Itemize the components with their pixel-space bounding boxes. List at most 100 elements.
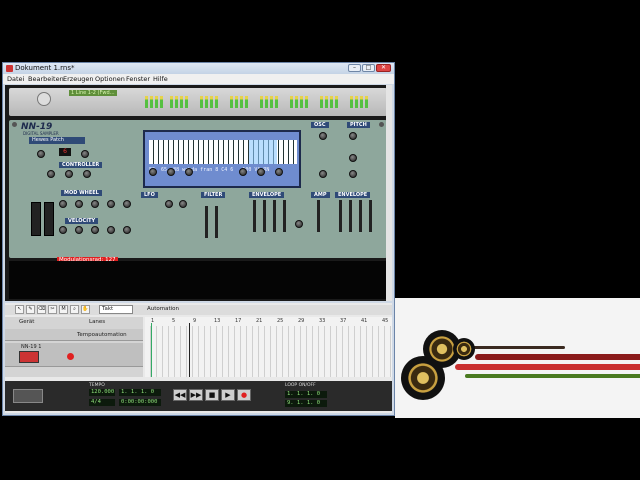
glide-knob[interactable] [81, 150, 89, 158]
transport-panel: TEMPO 120.000 4/4 1. 1. 1. 0 0:00:00:000… [5, 381, 392, 411]
velocity-knob[interactable] [91, 226, 99, 234]
ruler-tick: 37 [340, 318, 347, 324]
loop-left-marker[interactable] [151, 323, 152, 377]
tempo-display[interactable]: 120.000 [89, 389, 115, 396]
velocity-knob[interactable] [123, 226, 131, 234]
play-button[interactable]: ▶ [221, 389, 235, 401]
menu-hilfe[interactable]: Hilfe [153, 75, 168, 83]
menu-erzeugen[interactable]: Erzeugen [63, 75, 94, 83]
sample-display[interactable]: F3 65 88 wahda fran 8 C4 6 100 VA-RN [143, 130, 301, 188]
track-row[interactable]: NN-19 1 [5, 343, 143, 367]
pitch-knob[interactable] [349, 132, 357, 140]
mod-wheel-section-label: MOD WHEEL [61, 190, 102, 196]
playhead[interactable] [189, 323, 190, 377]
menu-optionen[interactable]: Optionen [95, 75, 125, 83]
stop-button[interactable]: ■ [205, 389, 219, 401]
display-knob[interactable] [167, 168, 175, 176]
loop-left-display[interactable]: 1. 1. 1. 0 [285, 391, 327, 398]
record-enable-icon[interactable] [67, 353, 74, 360]
level-meter [350, 96, 353, 108]
env-amount-knob[interactable] [295, 220, 303, 228]
amp-attack-fader[interactable] [339, 200, 342, 232]
wallpaper-stripe [455, 364, 640, 370]
controller-knob[interactable] [65, 170, 73, 178]
display-knob[interactable] [149, 168, 157, 176]
nn19-subtitle: DIGITAL SAMPLER [23, 131, 59, 136]
ruler-tick: 25 [277, 318, 284, 324]
sample-start-knob[interactable] [319, 132, 327, 140]
mod-wheel[interactable] [44, 202, 54, 236]
menu-datei[interactable]: Datei [7, 75, 24, 83]
snap-select[interactable]: Takt [99, 305, 133, 314]
pencil-tool-icon[interactable]: ✎ [26, 305, 35, 314]
display-knob[interactable] [275, 168, 283, 176]
signature-display[interactable]: 4/4 [89, 399, 115, 406]
ruler-tick: 41 [361, 318, 368, 324]
mod-wheel-knob[interactable] [107, 200, 115, 208]
level-meter [235, 96, 238, 108]
arrangement-timeline[interactable]: 1 5 9 13 17 21 25 29 33 37 41 45 [145, 317, 392, 377]
reason-window: Dokument 1.rns* – □ ✕ Datei Bearbeiten E… [2, 62, 395, 416]
velocity-knob[interactable] [75, 226, 83, 234]
voice-knob[interactable] [37, 150, 45, 158]
velocity-knob[interactable] [107, 226, 115, 234]
controller-knob[interactable] [47, 170, 55, 178]
loop-right-display[interactable]: 9. 1. 1. 0 [285, 400, 327, 407]
record-button[interactable]: ● [237, 389, 251, 401]
time-display[interactable]: 0:00:00:000 [119, 399, 161, 406]
mod-wheel-knob[interactable] [123, 200, 131, 208]
lanes-column-header: Lanes [89, 319, 106, 325]
mod-wheel-knob[interactable] [75, 200, 83, 208]
amp-sustain-fader[interactable] [359, 200, 362, 232]
amp-decay-fader[interactable] [349, 200, 352, 232]
controller-knob[interactable] [83, 170, 91, 178]
arrangement-grid[interactable] [145, 326, 392, 377]
level-meter [270, 96, 273, 108]
filter-freq-fader[interactable] [205, 206, 208, 238]
level-meter [330, 96, 333, 108]
track-row[interactable]: Tempoautomation [5, 329, 143, 341]
kbd-knob[interactable] [349, 170, 357, 178]
eraser-tool-icon[interactable]: ⌫ [37, 305, 46, 314]
key-zone-highlight[interactable] [249, 140, 277, 164]
amp-level-fader[interactable] [317, 200, 320, 232]
desktop-wallpaper [395, 298, 640, 418]
arrow-tool-icon[interactable]: ↖ [15, 305, 24, 314]
fast-forward-button[interactable]: ▶▶ [189, 389, 203, 401]
display-knob[interactable] [257, 168, 265, 176]
mod-wheel-knob[interactable] [91, 200, 99, 208]
title-bar[interactable]: Dokument 1.rns* – □ ✕ [3, 63, 394, 74]
position-display[interactable]: 1. 1. 1. 0 [119, 389, 161, 396]
loop-label: LOOP ON/OFF [285, 383, 316, 388]
mute-tool-icon[interactable]: M [59, 305, 68, 314]
magnify-tool-icon[interactable]: ⌕ [70, 305, 79, 314]
rewind-button[interactable]: ◀◀ [173, 389, 187, 401]
ruler-tick: 17 [235, 318, 242, 324]
minimize-button[interactable]: – [348, 64, 361, 72]
patch-name-display[interactable]: Hewes Patch [29, 137, 85, 144]
display-knob[interactable] [185, 168, 193, 176]
lfo-rate-knob[interactable] [165, 200, 173, 208]
voices-display: 6 [59, 148, 71, 156]
maximize-button[interactable]: □ [362, 64, 375, 72]
velocity-knob[interactable] [59, 226, 67, 234]
mod-wheel-knob[interactable] [59, 200, 67, 208]
lfo-amount-knob[interactable] [179, 200, 187, 208]
pitch-bend-wheel[interactable] [31, 202, 41, 236]
env-release-fader[interactable] [283, 200, 286, 232]
env-sustain-fader[interactable] [273, 200, 276, 232]
env-decay-fader[interactable] [263, 200, 266, 232]
rack-scrollbar[interactable] [386, 85, 392, 301]
amp-release-fader[interactable] [369, 200, 372, 232]
menu-fenster[interactable]: Fenster [126, 75, 150, 83]
hand-tool-icon[interactable]: ✋ [81, 305, 90, 314]
menu-bearbeiten[interactable]: Bearbeiten [28, 75, 64, 83]
display-knob[interactable] [239, 168, 247, 176]
filter-res-fader[interactable] [215, 206, 218, 238]
close-button[interactable]: ✕ [376, 64, 391, 72]
razor-tool-icon[interactable]: ✂ [48, 305, 57, 314]
pitch-knob[interactable] [349, 154, 357, 162]
env-attack-fader[interactable] [253, 200, 256, 232]
env-amt-knob[interactable] [319, 170, 327, 178]
track-name: NN-19 1 [21, 344, 42, 350]
